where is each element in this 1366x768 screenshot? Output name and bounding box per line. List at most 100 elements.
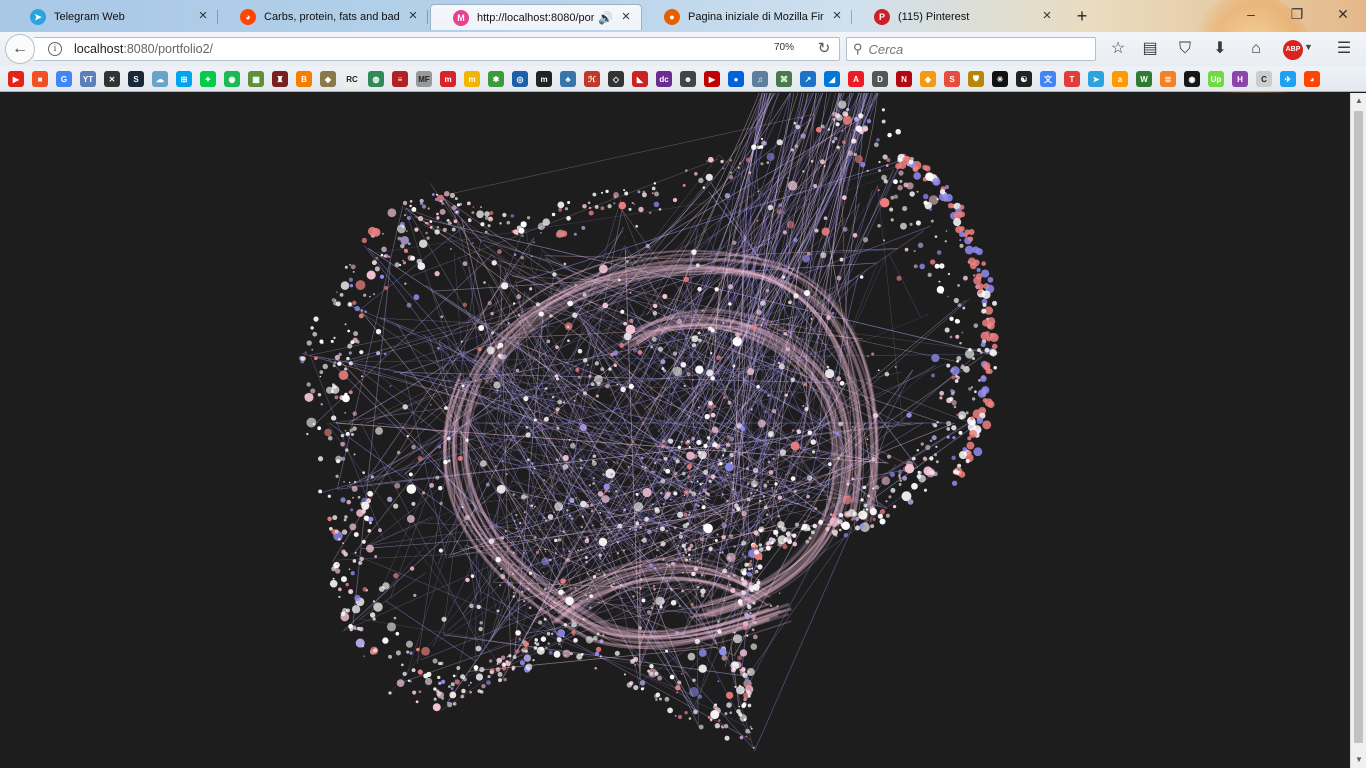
bookmark-shield-icon[interactable]: ⛊ bbox=[968, 71, 984, 87]
bookmark-m-red-icon[interactable]: m bbox=[440, 71, 456, 87]
bookmark-microsoft-icon[interactable]: ■ bbox=[32, 71, 48, 87]
bookmark-star-icon[interactable]: ☆ bbox=[1106, 38, 1130, 60]
bookmark-news-icon[interactable]: ≡ bbox=[392, 71, 408, 87]
bookmark-adobe-icon[interactable]: A bbox=[848, 71, 864, 87]
tab-firefox[interactable]: ● Pagina iniziale di Mozilla Firefox × bbox=[642, 4, 852, 30]
bookmark-mf-icon[interactable]: MF bbox=[416, 71, 432, 87]
bookmark-youtube-icon[interactable]: ▶ bbox=[8, 71, 24, 87]
scroll-up-arrow-icon[interactable]: ▲ bbox=[1351, 93, 1366, 109]
bookmark-telegram-icon[interactable]: ➤ bbox=[1088, 71, 1104, 87]
tab-title: Telegram Web bbox=[54, 11, 125, 23]
url-bar[interactable]: i localhost:8080/portfolio2/ 70% ↻ bbox=[34, 37, 840, 61]
bookmark-m-black-icon[interactable]: m bbox=[536, 71, 552, 87]
bookmark-google-icon[interactable]: G bbox=[56, 71, 72, 87]
tab-portfolio[interactable]: M http://localhost:8080/portfo 🔊 × bbox=[430, 4, 642, 30]
speaker-icon[interactable]: 🔊 bbox=[598, 11, 613, 25]
bookmark-github-icon[interactable]: ◉ bbox=[1184, 71, 1200, 87]
bookmark-cloud-icon[interactable]: ☁ bbox=[152, 71, 168, 87]
url-host: localhost bbox=[74, 42, 124, 56]
bookmark-netflix-icon[interactable]: N bbox=[896, 71, 912, 87]
bookmark-s-icon[interactable]: S bbox=[944, 71, 960, 87]
scrollbar-thumb[interactable] bbox=[1354, 111, 1363, 743]
tab-telegram[interactable]: ➤ Telegram Web × bbox=[8, 4, 218, 30]
close-tab-icon[interactable]: × bbox=[1040, 8, 1054, 24]
bookmark-map-icon[interactable]: ◆ bbox=[320, 71, 336, 87]
close-tab-icon[interactable]: × bbox=[196, 8, 210, 24]
bookmark-blue-arrow-icon[interactable]: ↗ bbox=[800, 71, 816, 87]
bookmark-sound-icon[interactable]: ♫ bbox=[752, 71, 768, 87]
bookmark-x-tool-icon[interactable]: ✕ bbox=[104, 71, 120, 87]
chevron-down-icon[interactable]: ▼ bbox=[1304, 42, 1313, 52]
bookmark-game-icon[interactable]: ♜ bbox=[272, 71, 288, 87]
bookmarks-toolbar: ▶ ■ G YT ✕ S ☁ ⊞ ✦ ◉ ▦ ♜ B ◆ RC ◍ ≡ MF m m ✱ ◎ m ♣ ℋ ◇ ◣ dc ☻ ▶ ● ♫ ⌘ ↗ ◢ A… bbox=[0, 66, 1366, 92]
bookmark-minecraft-icon[interactable]: ▦ bbox=[248, 71, 264, 87]
scroll-down-arrow-icon[interactable]: ▼ bbox=[1351, 752, 1366, 768]
bookmark-rc-icon[interactable]: RC bbox=[344, 71, 360, 87]
bookmark-m-yellow-icon[interactable]: m bbox=[464, 71, 480, 87]
bookmark-spotify-icon[interactable]: ◉ bbox=[224, 71, 240, 87]
tab-title: http://localhost:8080/portfo bbox=[477, 11, 595, 24]
restore-button[interactable]: ❐ bbox=[1274, 0, 1320, 28]
bookmark-yinyang-icon[interactable]: ☯ bbox=[1016, 71, 1032, 87]
navigation-toolbar: i localhost:8080/portfolio2/ 70% ↻ ← ⚲ ☆… bbox=[0, 32, 1366, 66]
reddit-icon: ◕ bbox=[240, 9, 256, 25]
back-button[interactable]: ← bbox=[5, 34, 35, 64]
bookmark-c-icon[interactable]: C bbox=[1256, 71, 1272, 87]
bookmark-yt-mp3-icon[interactable]: YT bbox=[80, 71, 96, 87]
bookmark-box-icon[interactable]: ◢ bbox=[824, 71, 840, 87]
bookmark-t-icon[interactable]: T bbox=[1064, 71, 1080, 87]
bookmark-reddit-icon[interactable]: ◕ bbox=[1304, 71, 1320, 87]
bookmark-twitter-icon[interactable]: ✈ bbox=[1280, 71, 1296, 87]
tab-pinterest[interactable]: P (115) Pinterest × bbox=[852, 4, 1062, 30]
bookmark-w-icon[interactable]: W bbox=[1136, 71, 1152, 87]
menu-icon[interactable]: ☰ bbox=[1332, 38, 1356, 60]
info-icon[interactable]: i bbox=[48, 42, 62, 56]
home-icon[interactable]: ⌂ bbox=[1244, 38, 1268, 60]
new-tab-button[interactable]: + bbox=[1072, 6, 1092, 26]
vertical-scrollbar[interactable]: ▲ ▼ bbox=[1350, 93, 1366, 768]
close-window-button[interactable]: ✕ bbox=[1320, 0, 1366, 28]
bookmark-h-icon[interactable]: ℋ bbox=[584, 71, 600, 87]
bookmark-palm-icon[interactable]: ✱ bbox=[488, 71, 504, 87]
bookmark-diamond-icon[interactable]: ◆ bbox=[920, 71, 936, 87]
bookmark-steam-icon[interactable]: S bbox=[128, 71, 144, 87]
firefox-icon: ● bbox=[664, 9, 680, 25]
reload-icon[interactable]: ↻ bbox=[814, 39, 834, 59]
close-tab-icon[interactable]: × bbox=[619, 9, 633, 25]
zoom-indicator[interactable]: 70% bbox=[768, 41, 800, 57]
download-icon[interactable]: ⬇ bbox=[1208, 38, 1232, 60]
bookmark-deviantart-icon[interactable]: ✦ bbox=[200, 71, 216, 87]
search-bar[interactable]: ⚲ bbox=[846, 37, 1096, 61]
bookmark-stack-icon[interactable]: ≣ bbox=[1160, 71, 1176, 87]
bookmark-h-purple-icon[interactable]: H bbox=[1232, 71, 1248, 87]
bookmark-windows-icon[interactable]: ⊞ bbox=[176, 71, 192, 87]
bookmark-play-icon[interactable]: ▶ bbox=[704, 71, 720, 87]
bookmark-blogger-icon[interactable]: B bbox=[296, 71, 312, 87]
bookmark-dc-icon[interactable]: dc bbox=[656, 71, 672, 87]
bookmark-red-app-icon[interactable]: ◣ bbox=[632, 71, 648, 87]
bookmark-upwork-icon[interactable]: Up bbox=[1208, 71, 1224, 87]
bookmark-flickr-icon[interactable]: ● bbox=[728, 71, 744, 87]
reading-list-icon[interactable]: ▤ bbox=[1138, 38, 1162, 60]
bookmark-cat-icon[interactable]: ☻ bbox=[680, 71, 696, 87]
minimize-button[interactable]: – bbox=[1228, 0, 1274, 28]
adblock-plus-icon[interactable]: ABP bbox=[1283, 40, 1303, 60]
bookmark-unity-icon[interactable]: ◇ bbox=[608, 71, 624, 87]
bookmark-python-icon[interactable]: ♣ bbox=[560, 71, 576, 87]
tab-title: Pagina iniziale di Mozilla Firefox bbox=[688, 11, 824, 23]
particle-visualization[interactable] bbox=[0, 93, 1350, 768]
bookmark-amazon-icon[interactable]: a bbox=[1112, 71, 1128, 87]
url-text[interactable]: localhost:8080/portfolio2/ bbox=[74, 42, 213, 56]
pocket-icon[interactable]: ⛉ bbox=[1173, 38, 1197, 60]
tab-reddit[interactable]: ◕ Carbs, protein, fats and bad ch × bbox=[218, 4, 428, 30]
bookmark-d-icon[interactable]: D bbox=[872, 71, 888, 87]
bookmark-grid-icon[interactable]: ⌘ bbox=[776, 71, 792, 87]
page-canvas[interactable] bbox=[0, 93, 1350, 768]
bookmark-circle-icon[interactable]: ◎ bbox=[512, 71, 528, 87]
bookmark-globe-icon[interactable]: ◍ bbox=[368, 71, 384, 87]
bookmark-translate-icon[interactable]: 文 bbox=[1040, 71, 1056, 87]
bookmark-dark-icon[interactable]: ✳ bbox=[992, 71, 1008, 87]
search-input[interactable] bbox=[868, 41, 1069, 57]
close-tab-icon[interactable]: × bbox=[830, 8, 844, 24]
close-tab-icon[interactable]: × bbox=[406, 8, 420, 24]
